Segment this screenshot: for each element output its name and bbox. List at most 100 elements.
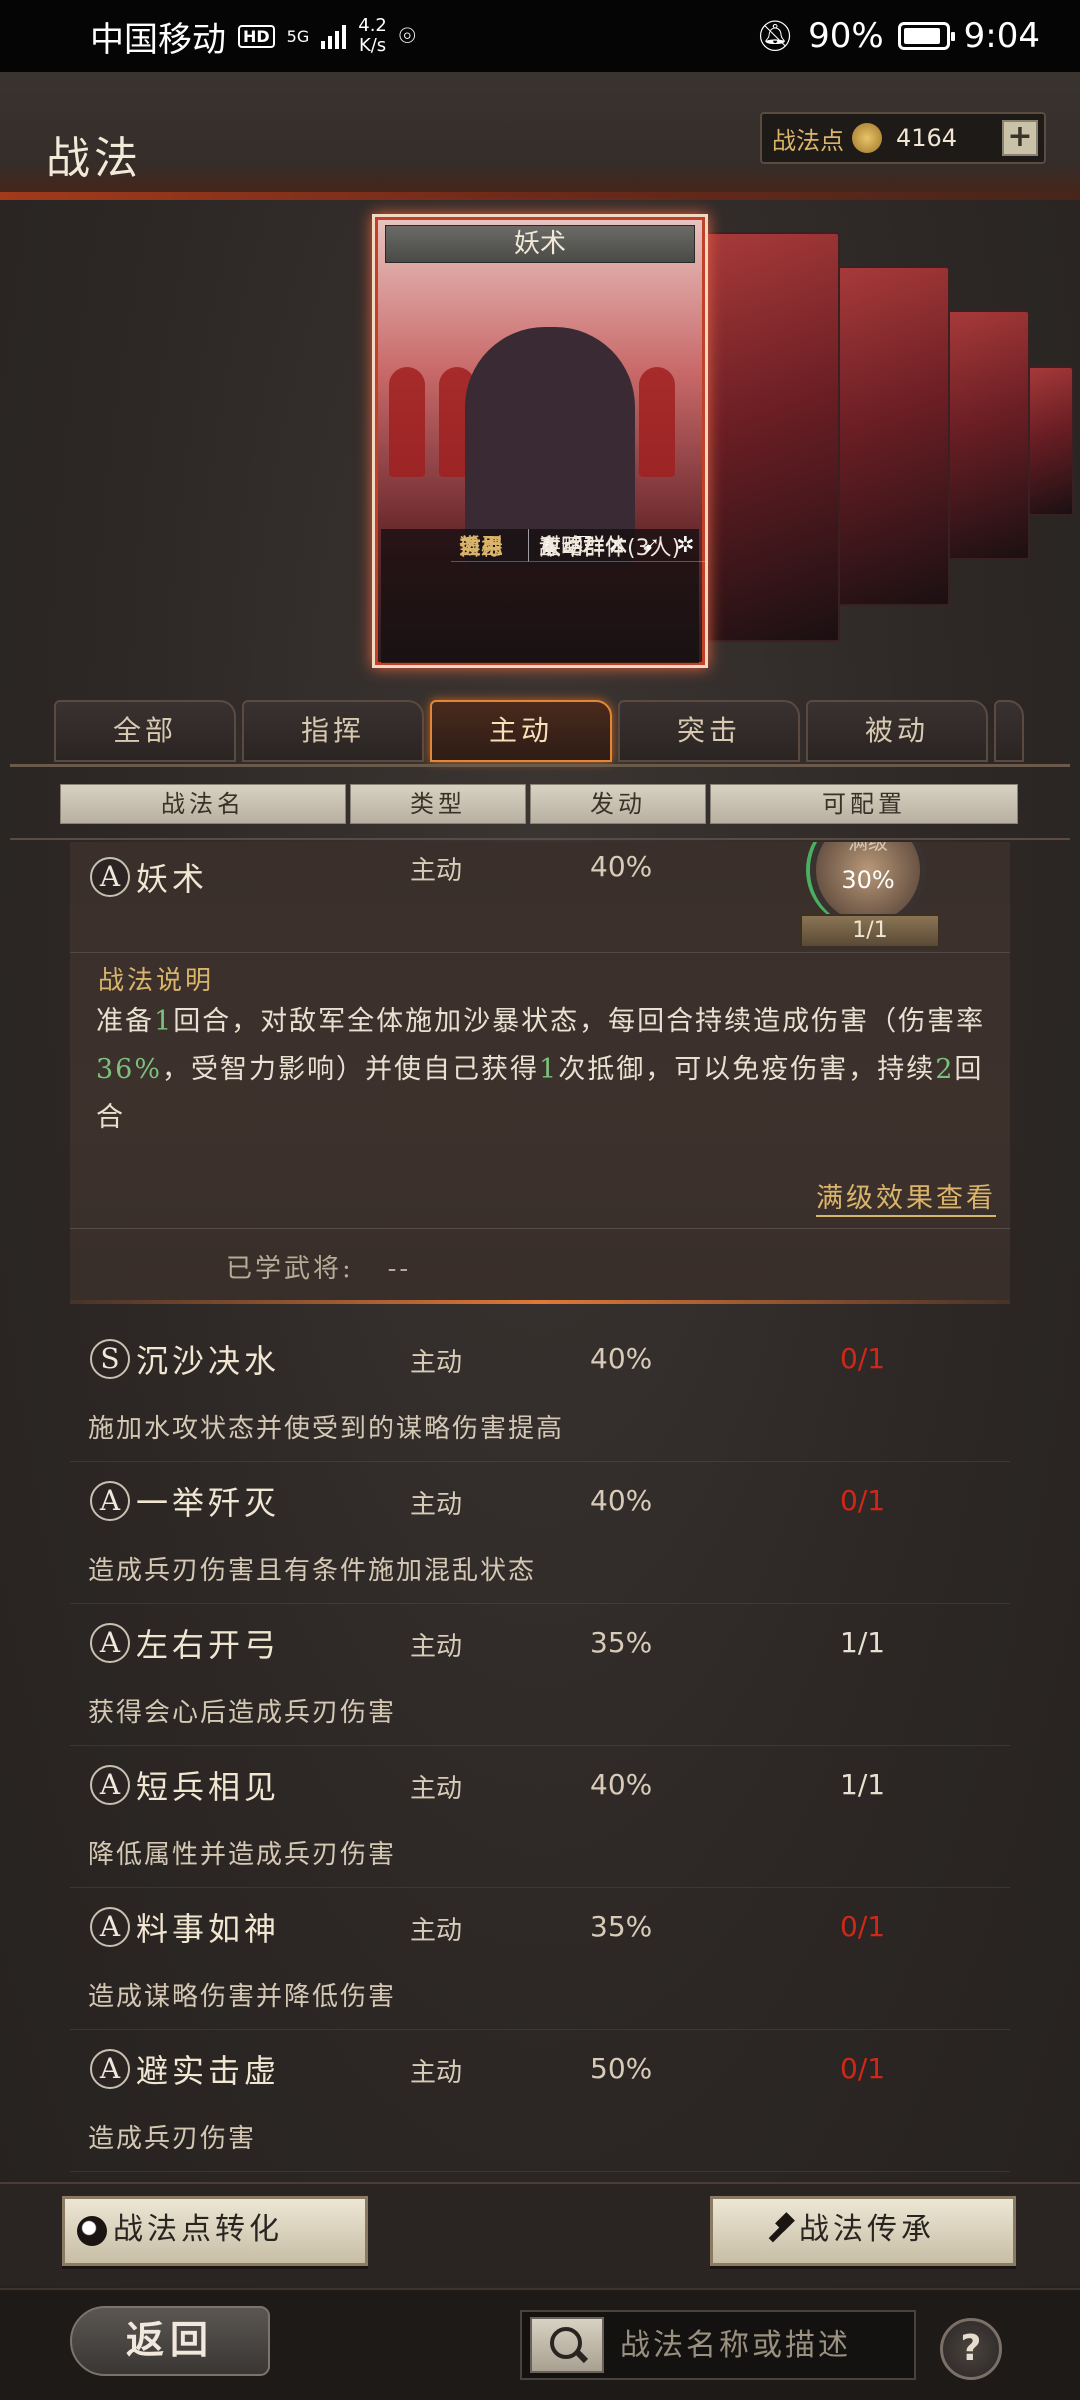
tactic-list[interactable]: A 妖术 主动 40% 满级 30% 1/1 战法说明 准备1回合，对敌军全体施… [0,842,1080,2182]
category-tabs: 全部 指挥 主动 突击 被动 [54,700,1080,766]
tactic-rate: 35% [590,1910,653,1943]
grade-badge: A [90,1623,130,1663]
tactic-rate: 40% [590,1342,653,1375]
battery-icon [897,22,955,50]
convert-points-button[interactable]: 战法点转化 [62,2196,368,2266]
header: 战法 战法点 4164 + [0,72,1080,200]
medallion-level: 满级 [848,842,888,854]
hd-badge: HD [238,24,275,48]
description-text: 准备1回合，对敌军全体施加沙暴状态，每回合持续造成伤害（伤害率36%，受智力影响… [96,1006,986,1133]
add-points-button[interactable]: + [1002,120,1038,156]
back-button[interactable]: 返回 [70,2306,270,2376]
grade-badge: S [90,1339,130,1379]
tactic-type: 主动 [410,1774,463,1804]
expanded-tactic[interactable]: A 妖术 主动 40% 满级 30% 1/1 战法说明 准备1回合，对敌军全体施… [70,842,1010,1304]
inherit-tactic-button[interactable]: 战法传承 [710,2196,1016,2266]
tab-more[interactable] [994,700,1024,762]
tab-assault[interactable]: 突击 [618,700,800,762]
tactic-rate: 40% [590,1484,653,1517]
tactic-name: 一举歼灭 [136,1484,281,1522]
expanded-title-line: A 妖术 [90,854,208,900]
tactic-config: 1/1 [840,1768,886,1801]
grade-badge: A [90,1907,130,1947]
list-item[interactable]: A 左右开弓 主动 35% 1/1 获得会心后造成兵刃伤害 [70,1604,1010,1746]
signal-icon [321,23,347,49]
tactic-type: 主动 [410,1348,463,1378]
tactic-brief: 造成兵刃伤害 [88,2124,257,2154]
tab-all[interactable]: 全部 [54,700,236,762]
divider [70,952,1010,953]
card-stack-back-1[interactable] [700,232,840,642]
page-title: 战法 [46,133,142,184]
card-stack-back-2[interactable] [830,266,950,606]
tactic-brief: 造成谋略伤害并降低伤害 [88,1982,397,2012]
target-value: 敌军群体(3人) [539,535,681,561]
learned-generals: 已学武将: -- [226,1254,412,1284]
list-item[interactable]: A 一举歼灭 主动 40% 0/1 造成兵刃伤害且有条件施加混乱状态 [70,1462,1010,1604]
convert-icon [77,2216,107,2246]
column-name-header[interactable]: 战法名 [60,784,346,824]
tab-command[interactable]: 指挥 [242,700,424,762]
network-speed: 4.2 K/s [358,15,387,56]
status-bar: 中国移动 HD 5G 4.2 K/s ⌾ 🔕︎ 90% 9:04 [0,0,1080,72]
tactic-rate: 50% [590,2052,653,2085]
tactic-type: 主动 [410,1490,463,1520]
target-label: 目标 [451,529,529,562]
column-rate-header[interactable]: 发动 [530,784,706,824]
network-label: 5G [286,26,310,46]
tactic-type: 主动 [410,856,463,886]
tactic-rate: 40% [590,850,653,883]
description-title: 战法说明 [98,966,215,996]
tactic-config: 0/1 [840,2052,886,2085]
hammer-icon [763,2216,793,2246]
list-item[interactable]: A 短兵相见 主动 40% 1/1 降低属性并造成兵刃伤害 [70,1746,1010,1888]
mute-bell-icon: 🔕︎ [755,18,795,54]
footer: 返回 ? [0,2288,1080,2400]
tactic-config: 0/1 [840,1484,886,1517]
tactic-type: 主动 [410,1632,463,1662]
list-item[interactable]: A 料事如神 主动 35% 0/1 造成谋略伤害并降低伤害 [70,1888,1010,2030]
tactic-name: 料事如神 [136,1910,281,1948]
list-item[interactable]: A 避实击虚 主动 50% 0/1 造成兵刃伤害 [70,2030,1010,2172]
column-config-header[interactable]: 可配置 [710,784,1018,824]
points-value: 4164 [896,124,958,152]
tactic-name: 沉沙决水 [136,1342,281,1380]
tactic-brief: 造成兵刃伤害且有条件施加混乱状态 [88,1556,537,1586]
tactic-rate: 35% [590,1626,653,1659]
divider [70,1228,1010,1229]
tactic-type: 主动 [410,1916,463,1946]
tactic-config: 1/1 [840,1626,886,1659]
points-label: 战法点 [772,126,844,155]
clock: 9:04 [963,16,1040,56]
tactic-brief: 获得会心后造成兵刃伤害 [88,1698,397,1728]
list-item[interactable]: S 沉沙决水 主动 40% 0/1 施加水攻状态并使受到的谋略伤害提高 [70,1320,1010,1462]
grade-badge: A [90,2049,130,2089]
search-icon[interactable] [530,2317,604,2373]
selected-tactic-card[interactable]: 妖术 适用 ♞ ⛉ ✕ ➹ ✲ 类型 主动 效果 谋略群体 目标 敌军群体(3人) [372,214,708,668]
column-headers: 战法名 类型 发动 可配置 [60,784,1018,826]
tactic-name: 左右开弓 [136,1626,281,1664]
full-level-effect-link[interactable]: 满级效果查看 [816,1176,996,1217]
tactic-config: 0/1 [840,1910,886,1943]
battery-percent: 90% [808,16,884,56]
card-title: 妖术 [385,225,695,263]
tactic-type: 主动 [410,2058,463,2088]
tactic-config: 0/1 [840,1342,886,1375]
tab-passive[interactable]: 被动 [806,700,988,762]
tactic-name: 短兵相见 [136,1768,281,1806]
column-type-header[interactable]: 类型 [350,784,526,824]
help-button[interactable]: ? [940,2318,1002,2380]
carrier-label: 中国移动 [90,19,226,60]
card-stack-back-3[interactable] [940,310,1030,560]
grade-badge: A [90,1481,130,1521]
tab-active[interactable]: 主动 [430,700,612,762]
tactic-name: 避实击虚 [136,2052,281,2090]
grade-badge: A [90,1765,130,1805]
tactic-name: 妖术 [136,860,209,898]
search-input[interactable] [620,2317,910,2373]
tactic-brief: 施加水攻状态并使受到的谋略伤害提高 [88,1414,565,1444]
tabs-divider [10,764,1070,767]
action-bar: 战法点转化 战法传承 [0,2182,1080,2286]
feather-coin-icon [852,123,882,153]
card-target-row: 目标 敌军群体(3人) [451,529,705,562]
